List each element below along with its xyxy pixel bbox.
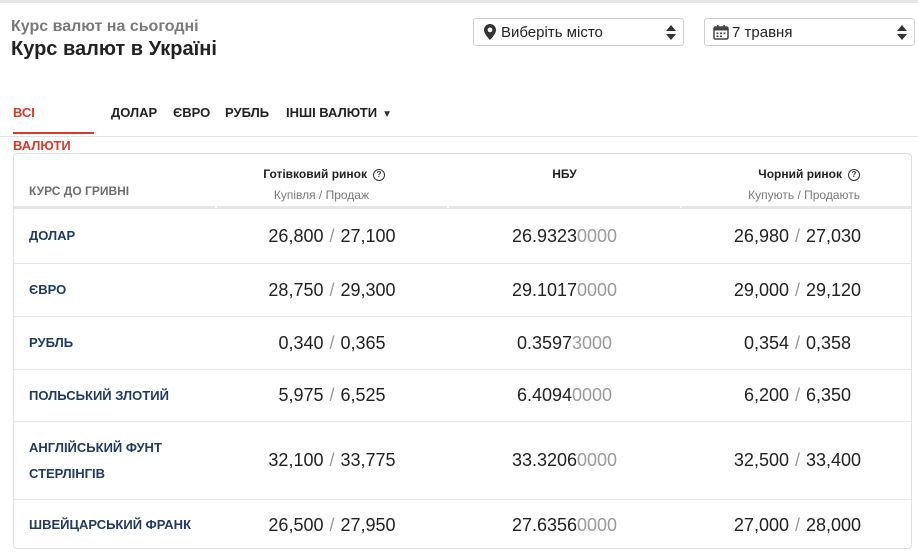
black-market-rate: 0,354/0,358	[743, 332, 852, 353]
date-select[interactable]: 7 травня	[704, 18, 915, 46]
tab-other-currencies[interactable]: ІНШІ ВАЛЮТИ ▼	[286, 96, 392, 134]
select-arrows-icon	[664, 24, 678, 40]
column-header-nbu: НБУ	[552, 167, 577, 181]
cash-rate: 5,975/6,525	[278, 385, 386, 405]
table-header: КУРС ДО ГРИВНІ Готівковий ринок? Купівля…	[14, 154, 911, 208]
tab-dollar[interactable]: ДОЛАР	[111, 96, 157, 134]
cash-rate: 26,500/27,950	[268, 514, 396, 535]
currency-name[interactable]: АНГЛІЙСЬКИЙ ФУНТ СТЕРЛІНГІВ	[29, 435, 179, 487]
column-header-black-market: Чорний ринок? Купують / Продають	[748, 167, 860, 202]
tab-euro[interactable]: ЄВРО	[173, 96, 210, 134]
nbu-rate: 26.9323 0000	[511, 225, 618, 246]
black-market-rate: 32,500/33,400	[733, 450, 862, 470]
nbu-rate: 29.1017 0000	[511, 279, 618, 300]
tab-all-currencies[interactable]: ВСІ ВАЛЮТИ	[13, 96, 94, 153]
nbu-rate: 33.3206 0000	[511, 450, 618, 470]
exchange-rates-table: КУРС ДО ГРИВНІ Готівковий ринок? Купівля…	[13, 153, 912, 549]
currency-name[interactable]: ПОЛЬСЬКИЙ ЗЛОТИЙ	[29, 383, 169, 409]
table-row[interactable]: ЄВРО 28,750/29,300 29.1017 0000 29,000/29…	[14, 263, 911, 316]
black-market-rate: 26,980/27,030	[733, 225, 862, 246]
currency-name[interactable]: ДОЛАР	[29, 223, 75, 249]
table-row[interactable]: АНГЛІЙСЬКИЙ ФУНТ СТЕРЛІНГІВ 32,100/33,77…	[14, 421, 911, 499]
help-icon[interactable]: ?	[848, 169, 860, 181]
table-row[interactable]: ШВЕЙЦАРСЬКИЙ ФРАНК 26,500/27,950 27.6356…	[14, 499, 911, 548]
currency-name[interactable]: ШВЕЙЦАРСЬКИЙ ФРАНК	[29, 512, 191, 538]
nbu-rate: 6.4094 0000	[516, 385, 613, 405]
nbu-rate: 0.3597 3000	[516, 332, 613, 353]
table-row[interactable]: РУБЛЬ 0,340/0,365 0.3597 3000 0,354/0,358	[14, 316, 911, 369]
date-select-label: 7 травня	[732, 23, 793, 41]
calendar-icon	[711, 22, 731, 42]
nbu-rate: 27.6356 0000	[511, 514, 618, 535]
top-border	[0, 0, 918, 3]
cash-rate: 28,750/29,300	[268, 279, 396, 300]
cash-rate: 32,100/33,775	[268, 450, 396, 470]
currency-tabs: ВСІ ВАЛЮТИ ДОЛАР ЄВРО РУБЛЬ ІНШІ ВАЛЮТИ ▼	[0, 96, 918, 153]
tab-ruble[interactable]: РУБЛЬ	[225, 96, 269, 134]
page-title: Курс валют в Україні	[11, 38, 217, 60]
column-header-currency: КУРС ДО ГРИВНІ	[29, 184, 130, 198]
cash-rate: 0,340/0,365	[278, 332, 386, 353]
currency-name[interactable]: РУБЛЬ	[29, 330, 73, 356]
help-icon[interactable]: ?	[373, 169, 385, 181]
table-row[interactable]: ДОЛАР 26,800/27,100 26.9323 0000 26,980/2…	[14, 208, 911, 263]
city-select[interactable]: Виберіть місто	[473, 18, 684, 46]
black-market-rate: 27,000/28,000	[733, 514, 862, 535]
cash-rate: 26,800/27,100	[268, 225, 396, 246]
select-arrows-icon	[895, 24, 909, 40]
page-subtitle: Курс валют на сьогодні	[11, 18, 199, 35]
city-select-label: Виберіть місто	[501, 23, 603, 41]
map-pin-icon	[480, 22, 500, 42]
currency-name[interactable]: ЄВРО	[29, 277, 66, 303]
column-header-cash: Готівковий ринок? Купівля / Продаж	[217, 154, 447, 208]
chevron-down-icon: ▼	[382, 109, 392, 120]
black-market-rate: 6,200/6,350	[743, 385, 852, 405]
table-row[interactable]: ПОЛЬСЬКИЙ ЗЛОТИЙ 5,975/6,525 6.4094 0000 …	[14, 369, 911, 421]
black-market-rate: 29,000/29,120	[733, 279, 862, 300]
